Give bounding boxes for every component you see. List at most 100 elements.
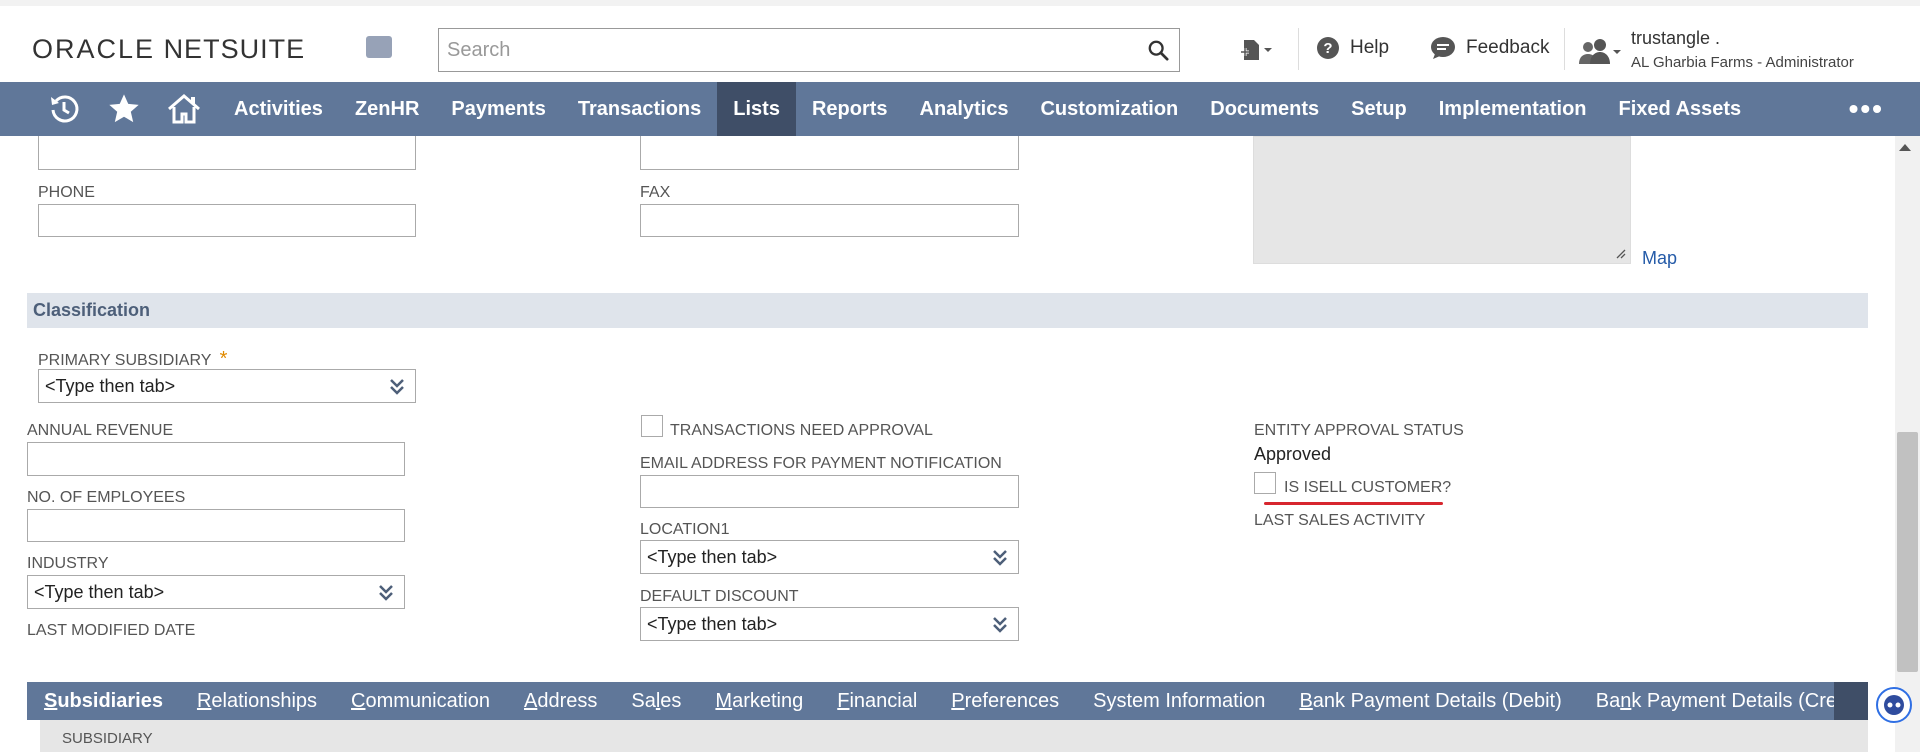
user-name[interactable]: trustangle .: [1631, 28, 1720, 49]
approval-status-value: Approved: [1254, 444, 1332, 464]
location-label: LOCATION1: [640, 521, 730, 538]
double-chevron-down-icon[interactable]: [378, 584, 394, 602]
email-payment-input[interactable]: [640, 475, 1019, 508]
address-field-partial-2[interactable]: [640, 136, 1019, 170]
primary-subsidiary-label: PRIMARY SUBSIDIARY *: [38, 348, 227, 371]
favorites-button[interactable]: [94, 82, 154, 136]
global-search[interactable]: [438, 28, 1180, 72]
history-icon: [51, 95, 79, 123]
assistant-chat-button[interactable]: [1876, 687, 1912, 723]
tab-relationships[interactable]: Relationships: [180, 682, 334, 720]
tab-bank-payment-debit[interactable]: Bank Payment Details (Debit): [1282, 682, 1578, 720]
home-button[interactable]: [154, 82, 214, 136]
nav-activities[interactable]: Activities: [218, 82, 339, 136]
subtabs-overflow[interactable]: [1834, 682, 1868, 720]
feedback-label: Feedback: [1466, 37, 1550, 58]
discount-value: <Type then tab>: [647, 614, 778, 634]
last-modified-label: LAST MODIFIED DATE: [27, 622, 196, 639]
employees-label: NO. OF EMPLOYEES: [27, 489, 186, 506]
location-select[interactable]: <Type then tab>: [640, 540, 1019, 574]
tab-sales[interactable]: Sa l es: [614, 682, 698, 720]
logo-netsuite-text: NETSUITE: [163, 34, 306, 64]
tab-marketing[interactable]: Marketing: [698, 682, 820, 720]
help-button[interactable]: ? Help: [1316, 36, 1389, 60]
double-chevron-down-icon[interactable]: [992, 549, 1008, 567]
help-label: Help: [1350, 37, 1390, 58]
discount-select[interactable]: <Type then tab>: [640, 607, 1019, 641]
tab-preferences[interactable]: Preferences: [934, 682, 1076, 720]
svg-text:?: ?: [1323, 40, 1332, 57]
classification-section-header[interactable]: Classification: [27, 293, 1868, 328]
phone-input[interactable]: [38, 204, 416, 237]
nav-transactions[interactable]: Transactions: [562, 82, 717, 136]
scrollbar-thumb[interactable]: [1897, 432, 1918, 672]
chat-bot-icon: [1884, 695, 1904, 715]
nav-documents[interactable]: Documents: [1194, 82, 1335, 136]
feedback-icon: [1431, 37, 1455, 59]
header: ORACLE NETSUITE ? Help Feedback trustang…: [0, 0, 1920, 82]
role-switcher-button[interactable]: [1578, 38, 1622, 66]
search-icon[interactable]: [1147, 39, 1169, 61]
nav-setup[interactable]: Setup: [1335, 82, 1423, 136]
nav-payments[interactable]: Payments: [435, 82, 562, 136]
create-new-button[interactable]: [1240, 38, 1274, 64]
main-navigation: Activities ZenHR Payments Transactions L…: [0, 82, 1920, 136]
transactions-approval-checkbox[interactable]: [641, 415, 663, 437]
fax-label: FAX: [640, 184, 671, 201]
isell-customer-label: IS ISELL CUSTOMER?: [1284, 479, 1452, 496]
subsidiaries-panel: SUBSIDIARY: [40, 720, 1868, 752]
annual-revenue-input[interactable]: [27, 442, 405, 476]
industry-value: <Type then tab>: [34, 582, 165, 602]
address-field-partial[interactable]: [38, 136, 416, 170]
discount-label: DEFAULT DISCOUNT: [640, 588, 799, 605]
nav-more-button[interactable]: •••: [1849, 82, 1884, 136]
resize-handle-icon[interactable]: [1616, 249, 1626, 259]
tab-communication[interactable]: Communication: [334, 682, 507, 720]
phone-label: PHONE: [38, 184, 95, 201]
primary-subsidiary-select[interactable]: <Type then tab>: [38, 369, 416, 403]
map-link[interactable]: Map: [1642, 248, 1677, 269]
double-chevron-down-icon[interactable]: [992, 616, 1008, 634]
nav-lists[interactable]: Lists: [717, 82, 796, 136]
subsidiary-column-header: SUBSIDIARY: [62, 730, 153, 747]
double-chevron-down-icon[interactable]: [389, 378, 405, 396]
home-icon: [168, 94, 200, 124]
nav-zenhr[interactable]: ZenHR: [339, 82, 435, 136]
tab-address[interactable]: Address: [507, 682, 614, 720]
header-divider: [1564, 28, 1565, 70]
email-payment-label: EMAIL ADDRESS FOR PAYMENT NOTIFICATION: [640, 455, 1002, 472]
address-textarea[interactable]: [1253, 136, 1631, 264]
red-annotation-underline: [1264, 502, 1443, 505]
netsuite-logo[interactable]: ORACLE NETSUITE: [32, 34, 305, 65]
fax-input[interactable]: [640, 204, 1019, 237]
tab-system-information[interactable]: System Information: [1076, 682, 1282, 720]
employees-input[interactable]: [27, 509, 405, 542]
search-input[interactable]: [439, 29, 1179, 71]
recent-records-button[interactable]: [34, 82, 94, 136]
nav-reports[interactable]: Reports: [796, 82, 904, 136]
tab-financial[interactable]: Financial: [820, 682, 934, 720]
nav-implementation[interactable]: Implementation: [1423, 82, 1603, 136]
isell-customer-checkbox[interactable]: [1254, 472, 1276, 494]
nav-analytics[interactable]: Analytics: [904, 82, 1025, 136]
logo-oracle-text: ORACLE: [32, 34, 156, 64]
tab-subsidiaries[interactable]: Subsidiaries: [27, 682, 180, 720]
create-document-icon: [1241, 40, 1272, 60]
approval-status-label: ENTITY APPROVAL STATUS: [1254, 422, 1464, 439]
nav-fixed-assets[interactable]: Fixed Assets: [1603, 82, 1758, 136]
users-icon: [1579, 39, 1621, 64]
help-icon: ?: [1317, 37, 1339, 59]
user-role[interactable]: AL Gharbia Farms - Administrator: [1631, 54, 1854, 71]
primary-subsidiary-label-text: PRIMARY SUBSIDIARY: [38, 352, 212, 369]
scroll-up-arrow-icon[interactable]: [1899, 144, 1911, 151]
header-divider: [1298, 28, 1299, 70]
star-icon: [109, 94, 139, 123]
classification-title: Classification: [33, 300, 151, 320]
industry-select[interactable]: <Type then tab>: [27, 575, 405, 609]
required-mark: *: [219, 348, 228, 370]
feedback-button[interactable]: Feedback: [1430, 36, 1549, 60]
industry-label: INDUSTRY: [27, 555, 109, 572]
company-logo-icon: [366, 36, 392, 58]
primary-subsidiary-value: <Type then tab>: [45, 376, 176, 396]
nav-customization[interactable]: Customization: [1024, 82, 1194, 136]
